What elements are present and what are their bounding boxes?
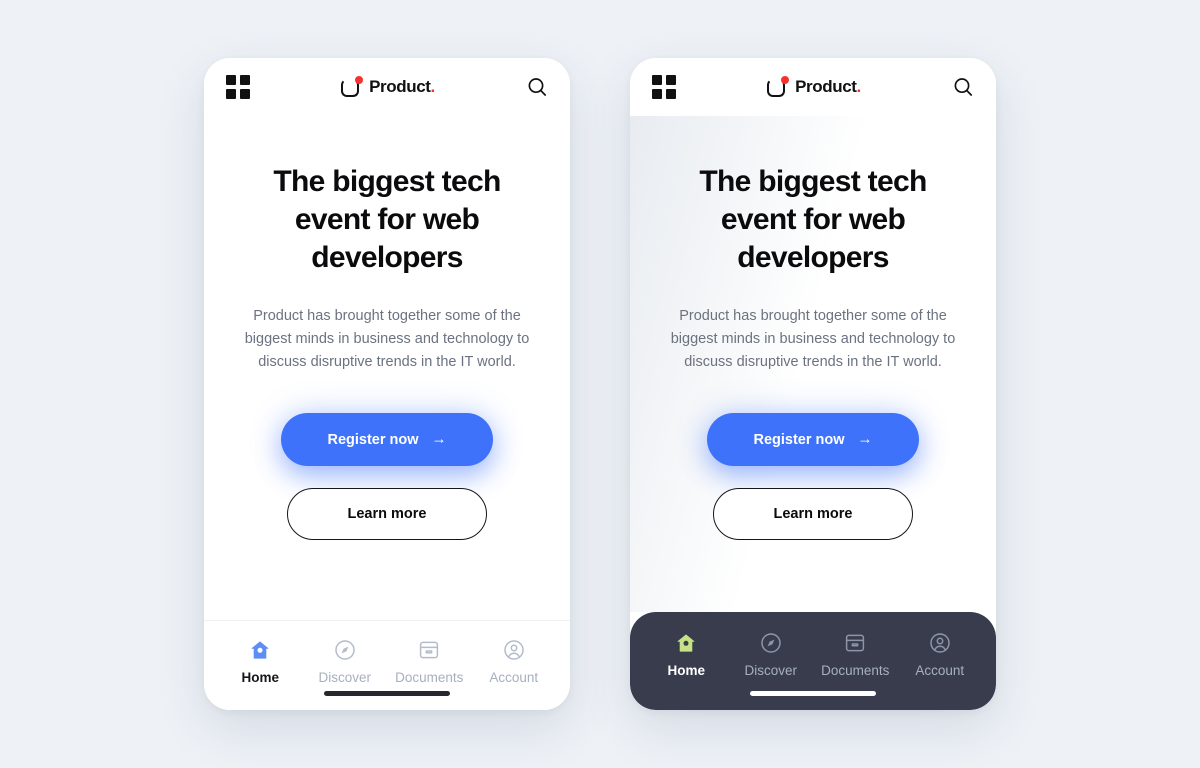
tab-documents-label: Documents bbox=[821, 663, 890, 678]
register-now-button[interactable]: Register now → bbox=[281, 413, 493, 466]
brand-name: Product. bbox=[795, 77, 861, 97]
register-now-button[interactable]: Register now → bbox=[707, 413, 919, 466]
brand-logo[interactable]: Product. bbox=[767, 75, 861, 98]
tab-account-label: Account bbox=[915, 663, 965, 678]
tab-discover[interactable]: Discover bbox=[305, 637, 385, 685]
phone-mockup-light: Product. The biggest tech event for web … bbox=[204, 58, 570, 710]
compass-icon bbox=[333, 637, 357, 662]
compass-icon bbox=[759, 630, 783, 655]
page-title: The biggest tech event for web developer… bbox=[699, 165, 927, 274]
product-logo-mark-icon bbox=[341, 75, 364, 98]
tab-documents[interactable]: Documents bbox=[389, 637, 469, 685]
product-logo-mark-icon bbox=[767, 75, 790, 98]
arrow-right-icon: → bbox=[857, 430, 873, 448]
app-header: Product. bbox=[630, 58, 996, 116]
grid-menu-square bbox=[226, 75, 236, 85]
grid-menu-icon[interactable] bbox=[652, 75, 676, 99]
grid-menu-square bbox=[652, 75, 662, 85]
home-indicator bbox=[324, 691, 450, 696]
brand-period: . bbox=[430, 77, 436, 96]
grid-menu-square bbox=[666, 75, 676, 85]
logo-red-dot-icon bbox=[780, 75, 790, 84]
brand-name: Product. bbox=[369, 77, 435, 97]
hero-description: Product has brought together some of the… bbox=[244, 308, 530, 370]
register-now-label: Register now bbox=[327, 431, 419, 448]
grid-menu-square bbox=[666, 89, 676, 99]
grid-menu-icon[interactable] bbox=[226, 75, 250, 99]
hero-description: Product has brought together some of the… bbox=[670, 308, 956, 370]
tab-discover-label: Discover bbox=[744, 663, 797, 678]
archive-box-icon bbox=[417, 637, 441, 662]
account-circle-icon bbox=[502, 637, 526, 662]
learn-more-label: Learn more bbox=[773, 506, 853, 522]
search-icon[interactable] bbox=[526, 76, 548, 98]
tab-home[interactable]: Home bbox=[646, 630, 726, 678]
page-title: The biggest tech event for web developer… bbox=[273, 165, 501, 274]
tab-home[interactable]: Home bbox=[220, 637, 300, 685]
tab-discover-label: Discover bbox=[318, 670, 371, 685]
tab-home-label: Home bbox=[667, 663, 705, 678]
grid-menu-square bbox=[652, 89, 662, 99]
learn-more-button[interactable]: Learn more bbox=[713, 488, 913, 540]
app-header: Product. bbox=[204, 58, 570, 116]
grid-menu-square bbox=[240, 89, 250, 99]
home-icon bbox=[248, 637, 272, 662]
brand-logo[interactable]: Product. bbox=[341, 75, 435, 98]
home-icon bbox=[674, 630, 698, 655]
bottom-navigation: Home Discover Documents Account bbox=[204, 620, 570, 710]
bottom-navigation: Home Discover Documents Account bbox=[630, 612, 996, 710]
home-indicator bbox=[750, 691, 876, 696]
brand-period: . bbox=[856, 77, 862, 96]
learn-more-button[interactable]: Learn more bbox=[287, 488, 487, 540]
hero-section: The biggest tech event for web developer… bbox=[204, 116, 570, 620]
register-now-label: Register now bbox=[753, 431, 845, 448]
grid-menu-square bbox=[226, 89, 236, 99]
phone-mockup-dark: Product. The biggest tech event for web … bbox=[630, 58, 996, 710]
tab-account-label: Account bbox=[489, 670, 539, 685]
tabbar-light: Home Discover Documents Account bbox=[204, 620, 570, 710]
grid-menu-square bbox=[240, 75, 250, 85]
brand-name-text: Product bbox=[369, 77, 431, 96]
logo-red-dot-icon bbox=[354, 75, 364, 84]
tab-documents[interactable]: Documents bbox=[815, 630, 895, 678]
phone-mockup-stage: Product. The biggest tech event for web … bbox=[0, 0, 1200, 768]
tab-account[interactable]: Account bbox=[900, 630, 980, 678]
account-circle-icon bbox=[928, 630, 952, 655]
arrow-right-icon: → bbox=[431, 430, 447, 448]
hero-section: The biggest tech event for web developer… bbox=[630, 116, 996, 612]
tab-documents-label: Documents bbox=[395, 670, 464, 685]
tab-account[interactable]: Account bbox=[474, 637, 554, 685]
learn-more-label: Learn more bbox=[347, 506, 427, 522]
search-icon[interactable] bbox=[952, 76, 974, 98]
archive-box-icon bbox=[843, 630, 867, 655]
brand-name-text: Product bbox=[795, 77, 857, 96]
tab-discover[interactable]: Discover bbox=[731, 630, 811, 678]
tab-home-label: Home bbox=[241, 670, 279, 685]
